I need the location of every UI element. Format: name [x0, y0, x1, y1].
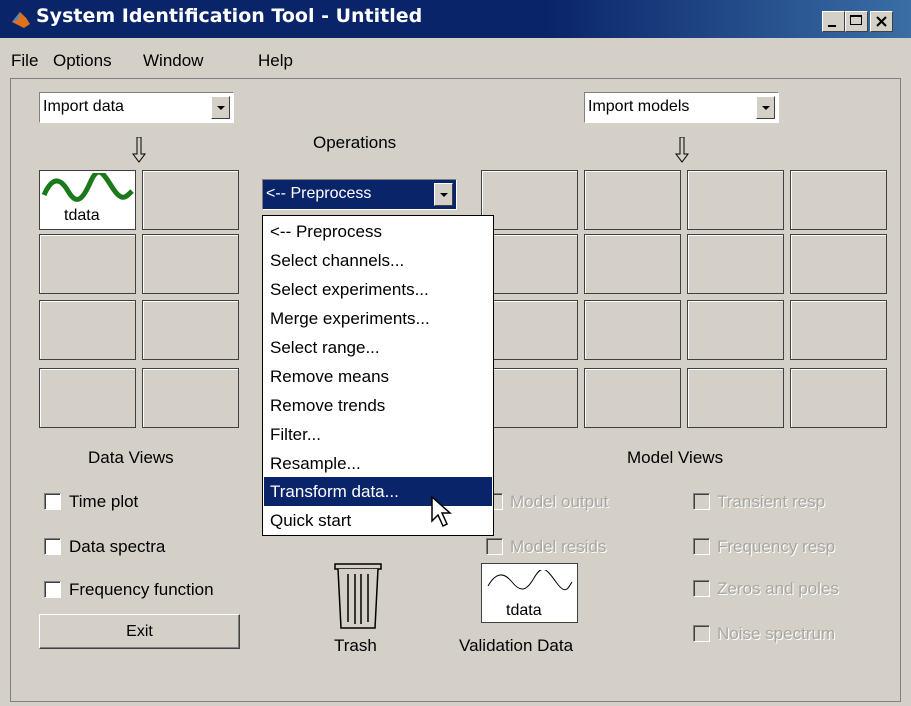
- menu-item-select-channels[interactable]: Select channels...: [264, 246, 492, 275]
- model-resids-label: Model resids: [510, 537, 607, 556]
- data-views-label: Data Views: [88, 448, 174, 467]
- model-slot[interactable]: [481, 300, 578, 360]
- model-slot[interactable]: [687, 234, 784, 294]
- validation-data-slot[interactable]: tdata: [481, 563, 578, 623]
- model-slot[interactable]: [687, 300, 784, 360]
- menu-item-resample[interactable]: Resample...: [264, 449, 492, 478]
- menu-item-filter[interactable]: Filter...: [264, 420, 492, 449]
- noise-spectrum-checkbox[interactable]: [693, 625, 710, 642]
- maximize-icon: [850, 15, 862, 25]
- data-slot[interactable]: [142, 234, 239, 294]
- data-slot[interactable]: [39, 300, 136, 360]
- operations-label: Operations: [313, 133, 397, 152]
- data-slot[interactable]: [142, 368, 239, 428]
- close-button[interactable]: [870, 11, 893, 32]
- down-arrow-icon: [675, 137, 689, 163]
- data-slot-tdata[interactable]: tdata: [39, 170, 136, 230]
- minimize-button[interactable]: [822, 11, 845, 32]
- trash-label: Trash: [334, 636, 377, 655]
- data-spectra-checkbox[interactable]: [44, 538, 61, 555]
- data-curve-icon: [42, 173, 134, 202]
- validation-data-label: Validation Data: [459, 636, 574, 655]
- zeros-and-poles-label: Zeros and poles: [717, 579, 839, 598]
- model-slot[interactable]: [481, 170, 578, 230]
- model-slot[interactable]: [687, 368, 784, 428]
- transient-resp-checkbox[interactable]: [693, 493, 710, 510]
- matlab-logo-icon: [12, 12, 30, 28]
- data-item-label: tdata: [64, 207, 100, 224]
- import-data-value: Import data: [43, 98, 124, 115]
- validation-item-label: tdata: [506, 602, 542, 619]
- model-slot[interactable]: [790, 170, 887, 230]
- menu-item-transform-data[interactable]: Transform data...: [264, 477, 492, 506]
- transient-resp-label: Transient resp: [717, 492, 826, 511]
- menu-item-select-experiments[interactable]: Select experiments...: [264, 275, 492, 304]
- chevron-down-icon: [440, 193, 448, 197]
- zeros-and-poles-checkbox[interactable]: [693, 580, 710, 597]
- model-views-label: Model Views: [627, 448, 724, 467]
- menu-item-remove-means[interactable]: Remove means: [264, 362, 492, 391]
- time-plot-checkbox[interactable]: [44, 493, 61, 510]
- exit-button[interactable]: Exit: [39, 614, 240, 649]
- operations-menu: <-- Preprocess Select channels... Select…: [262, 215, 494, 536]
- title-bar[interactable]: System Identification Tool - Untitled: [0, 0, 911, 38]
- model-slot[interactable]: [790, 368, 887, 428]
- chevron-down-icon: [217, 106, 225, 110]
- menu-options[interactable]: Options: [53, 51, 112, 71]
- menu-item-select-range[interactable]: Select range...: [264, 333, 492, 362]
- import-data-dropdown-button[interactable]: [211, 96, 230, 119]
- model-slot[interactable]: [687, 170, 784, 230]
- model-resids-checkbox[interactable]: [486, 538, 503, 555]
- data-slot[interactable]: [142, 300, 239, 360]
- mouse-cursor-icon: [431, 496, 452, 528]
- model-slot[interactable]: [584, 300, 681, 360]
- maximize-button[interactable]: [845, 11, 868, 32]
- frequency-resp-checkbox[interactable]: [693, 538, 710, 555]
- operations-dropdown[interactable]: <-- Preprocess: [262, 179, 457, 210]
- frequency-function-label: Frequency function: [69, 580, 214, 599]
- menu-help[interactable]: Help: [258, 51, 293, 71]
- model-slot[interactable]: [790, 300, 887, 360]
- model-slot[interactable]: [790, 234, 887, 294]
- model-output-label: Model output: [510, 492, 609, 511]
- close-icon: [876, 16, 887, 27]
- menu-item-preprocess[interactable]: <-- Preprocess: [264, 217, 492, 246]
- noise-spectrum-label: Noise spectrum: [717, 624, 836, 643]
- import-models-dropdown-button[interactable]: [756, 96, 775, 119]
- menu-bar: File Options Window Help: [0, 38, 911, 72]
- menu-item-remove-trends[interactable]: Remove trends: [264, 391, 492, 420]
- model-slot[interactable]: [481, 234, 578, 294]
- window-title: System Identification Tool - Untitled: [36, 5, 423, 27]
- chevron-down-icon: [762, 106, 770, 110]
- data-spectra-label: Data spectra: [69, 537, 166, 556]
- model-slot[interactable]: [584, 368, 681, 428]
- time-plot-label: Time plot: [69, 492, 139, 511]
- menu-item-quick-start[interactable]: Quick start: [264, 506, 492, 535]
- data-slot[interactable]: [142, 170, 239, 230]
- import-data-dropdown[interactable]: Import data: [39, 92, 234, 123]
- frequency-resp-label: Frequency resp: [717, 537, 836, 556]
- operations-value: <-- Preprocess: [266, 185, 372, 202]
- operations-dropdown-button[interactable]: [434, 183, 453, 206]
- menu-window[interactable]: Window: [143, 51, 203, 71]
- down-arrow-icon: [132, 137, 146, 163]
- model-slot[interactable]: [584, 234, 681, 294]
- frequency-function-checkbox[interactable]: [44, 581, 61, 598]
- import-models-value: Import models: [588, 98, 690, 115]
- minimize-icon: [828, 25, 836, 27]
- data-slot[interactable]: [39, 368, 136, 428]
- menu-file[interactable]: File: [11, 51, 38, 71]
- validation-curve-icon: [487, 570, 573, 591]
- import-models-dropdown[interactable]: Import models: [584, 92, 779, 123]
- model-slot[interactable]: [481, 368, 578, 428]
- menu-item-merge-experiments[interactable]: Merge experiments...: [264, 304, 492, 333]
- trash-icon[interactable]: [333, 562, 383, 630]
- model-slot[interactable]: [584, 170, 681, 230]
- data-slot[interactable]: [39, 234, 136, 294]
